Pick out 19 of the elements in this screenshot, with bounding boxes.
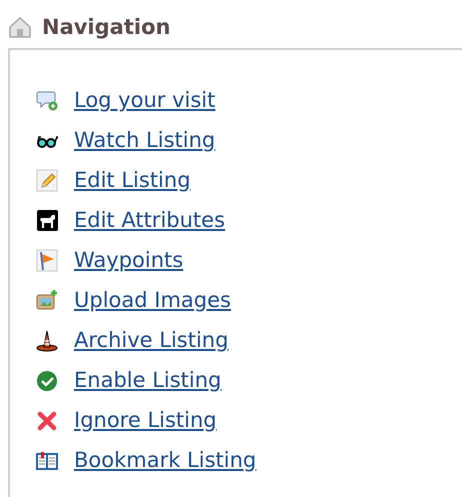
picture-frame-icon	[36, 288, 58, 312]
home-icon	[8, 16, 32, 38]
speech-bubble-icon	[36, 88, 58, 112]
nav-link[interactable]: Edit Attributes	[74, 208, 226, 232]
pencil-icon	[36, 168, 58, 192]
check-circle-icon	[36, 368, 58, 392]
nav-link[interactable]: Waypoints	[74, 248, 184, 272]
nav-link[interactable]: Archive Listing	[74, 328, 228, 352]
nav-link[interactable]: Log your visit	[74, 88, 216, 112]
nav-link[interactable]: Enable Listing	[74, 368, 222, 392]
traffic-cone-icon	[36, 328, 58, 352]
nav-link[interactable]: Bookmark Listing	[74, 448, 256, 472]
nav-link[interactable]: Edit Listing	[74, 168, 191, 192]
nav-link[interactable]: Upload Images	[74, 288, 231, 312]
nav-link[interactable]: Ignore Listing	[74, 408, 217, 432]
flag-icon	[36, 248, 58, 272]
section-heading: Navigation	[42, 15, 170, 39]
nav-link[interactable]: Watch Listing	[74, 128, 216, 152]
dog-icon	[36, 208, 58, 232]
